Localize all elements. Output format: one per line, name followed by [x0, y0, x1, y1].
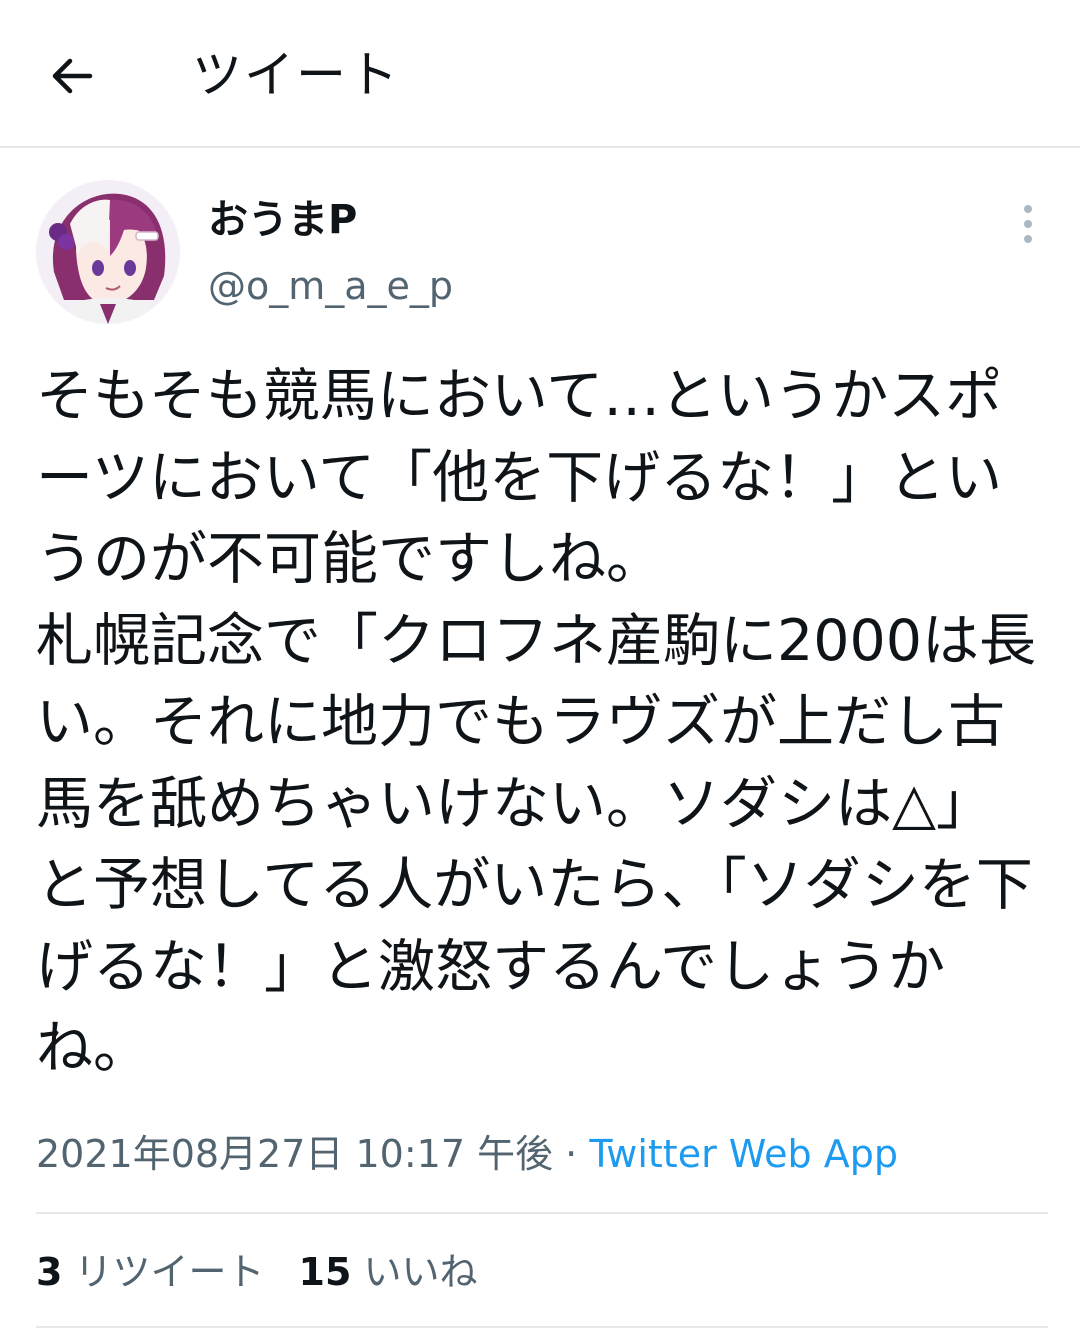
tweet-text: そもそも競馬において…というかスポーツにおいて「他を下げるな！」というのが不可能… — [36, 363, 1037, 1081]
anime-character-avatar-icon — [36, 180, 180, 324]
more-vertical-icon-dot — [1024, 235, 1032, 243]
more-vertical-icon-dot — [1024, 220, 1032, 228]
tweet-timestamp[interactable]: 2021年08月27日 10:17 午後 — [36, 1132, 553, 1176]
back-button[interactable] — [40, 44, 104, 108]
like-count: 15 — [298, 1250, 352, 1294]
user-handle[interactable]: @o_m_a_e_p — [208, 258, 453, 314]
divider — [36, 1212, 1048, 1214]
avatar[interactable] — [36, 180, 180, 324]
page-title: ツイート — [192, 46, 400, 104]
display-name[interactable]: おうまP — [208, 190, 357, 250]
likes-stat[interactable]: 15 いいね — [299, 1250, 478, 1294]
more-options-button[interactable] — [1004, 196, 1052, 252]
arrow-left-icon — [52, 58, 93, 94]
retweet-label: リツイート — [62, 1250, 265, 1294]
like-label: いいね — [351, 1250, 478, 1294]
more-vertical-icon — [1024, 205, 1032, 213]
tweet-source-link[interactable]: Twitter Web App — [589, 1132, 898, 1176]
tweet-meta: 2021年08月27日 10:17 午後 · Twitter Web App — [36, 1126, 898, 1182]
divider-bottom — [36, 1326, 1048, 1328]
retweet-count: 3 — [36, 1250, 63, 1294]
retweets-stat[interactable]: 3 リツイート — [36, 1250, 265, 1294]
top-app-bar: ツイート — [0, 0, 1080, 148]
meta-separator: · — [553, 1132, 590, 1176]
engagement-stats: 3 リツイート 15 いいね — [36, 1244, 478, 1300]
